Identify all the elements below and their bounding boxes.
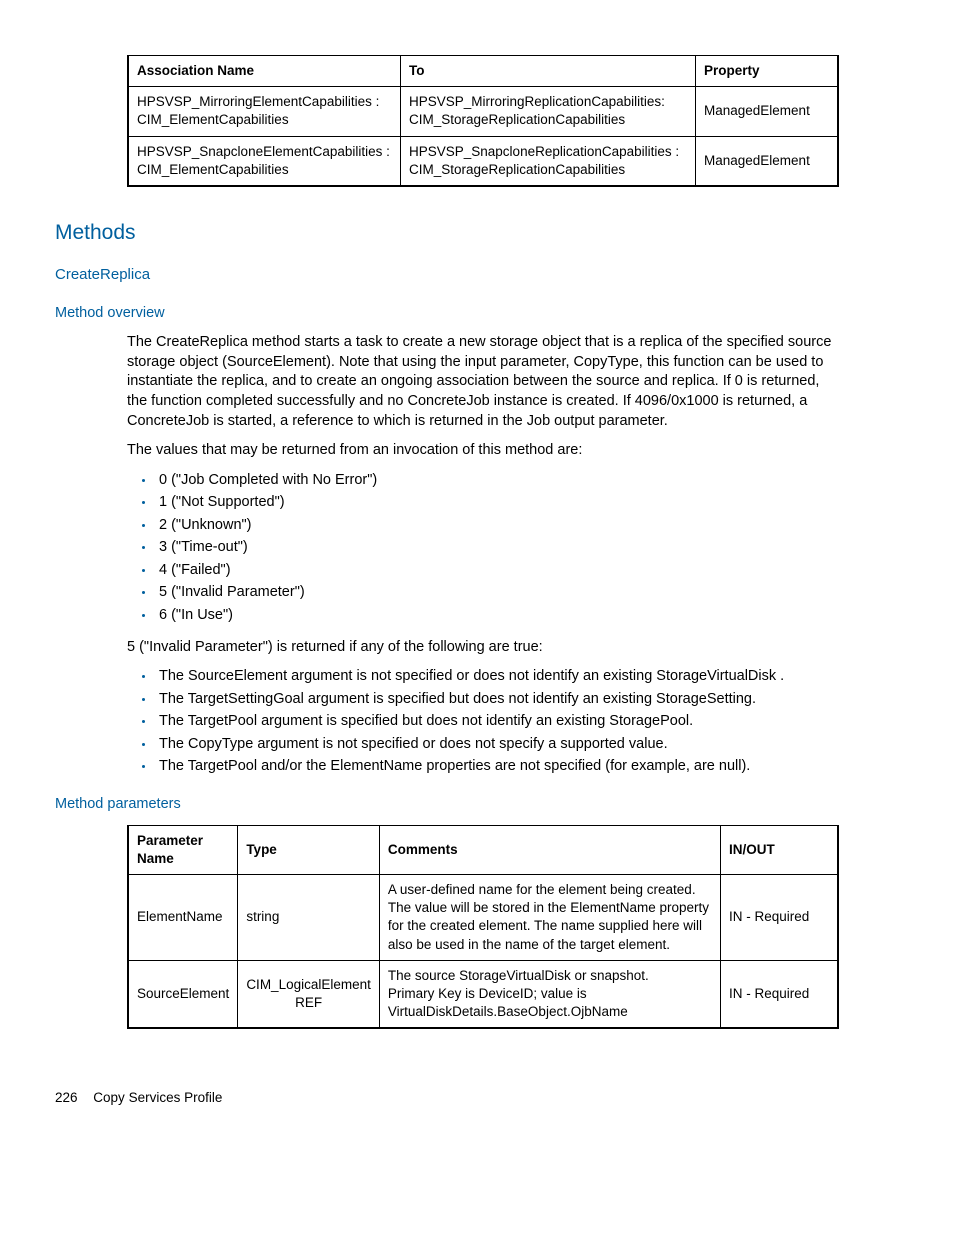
methods-heading: Methods: [55, 219, 839, 247]
list-item: The TargetPool and/or the ElementName pr…: [155, 757, 839, 777]
params-cell: CIM_LogicalElement REF: [238, 960, 380, 1028]
invalid-conditions-list: The SourceElement argument is not specif…: [127, 667, 839, 777]
assoc-cell: HPSVSP_SnapcloneElementCapabilities : CI…: [128, 136, 401, 186]
params-cell: string: [238, 874, 380, 960]
overview-paragraph: The CreateReplica method starts a task t…: [127, 333, 839, 431]
list-item: The CopyType argument is not specified o…: [155, 735, 839, 755]
params-cell: IN - Required: [721, 960, 839, 1028]
params-cell: SourceElement: [128, 960, 238, 1028]
list-item: 4 ("Failed"): [155, 561, 839, 581]
assoc-cell: HPSVSP_MirroringReplicationCapabilities:…: [401, 87, 696, 136]
assoc-header-name: Association Name: [128, 56, 401, 87]
assoc-cell: ManagedElement: [696, 136, 839, 186]
parameters-table: Parameter Name Type Comments IN/OUT Elem…: [127, 825, 839, 1030]
params-header-type: Type: [238, 825, 380, 874]
list-item: 0 ("Job Completed with No Error"): [155, 471, 839, 491]
overview-body: The CreateReplica method starts a task t…: [127, 333, 839, 777]
footer-title: Copy Services Profile: [93, 1090, 222, 1105]
assoc-header-property: Property: [696, 56, 839, 87]
params-header-comments: Comments: [379, 825, 720, 874]
list-item: The TargetSettingGoal argument is specif…: [155, 690, 839, 710]
params-cell: A user-defined name for the element bein…: [379, 874, 720, 960]
overview-paragraph: 5 ("Invalid Parameter") is returned if a…: [127, 638, 839, 658]
list-item: 6 ("In Use"): [155, 606, 839, 626]
list-item: 5 ("Invalid Parameter"): [155, 583, 839, 603]
table-row: SourceElement CIM_LogicalElement REF The…: [128, 960, 838, 1028]
list-item: 1 ("Not Supported"): [155, 493, 839, 513]
list-item: 2 ("Unknown"): [155, 516, 839, 536]
list-item: The TargetPool argument is specified but…: [155, 712, 839, 732]
page-number: 226: [55, 1090, 78, 1105]
overview-paragraph: The values that may be returned from an …: [127, 441, 839, 461]
assoc-cell: ManagedElement: [696, 87, 839, 136]
list-item: The SourceElement argument is not specif…: [155, 667, 839, 687]
table-row: HPSVSP_MirroringElementCapabilities : CI…: [128, 87, 838, 136]
assoc-cell: HPSVSP_SnapcloneReplicationCapabilities …: [401, 136, 696, 186]
list-item: 3 ("Time-out"): [155, 538, 839, 558]
association-table: Association Name To Property HPSVSP_Mirr…: [127, 55, 839, 187]
table-row: HPSVSP_SnapcloneElementCapabilities : CI…: [128, 136, 838, 186]
page-footer: 226 Copy Services Profile: [55, 1089, 839, 1107]
params-cell: IN - Required: [721, 874, 839, 960]
params-cell: ElementName: [128, 874, 238, 960]
method-overview-heading: Method overview: [55, 304, 839, 324]
return-values-list: 0 ("Job Completed with No Error") 1 ("No…: [127, 471, 839, 626]
method-parameters-heading: Method parameters: [55, 795, 839, 815]
assoc-header-to: To: [401, 56, 696, 87]
params-header-name: Parameter Name: [128, 825, 238, 874]
params-cell: The source StorageVirtualDisk or snapsho…: [379, 960, 720, 1028]
create-replica-heading: CreateReplica: [55, 265, 839, 285]
assoc-cell: HPSVSP_MirroringElementCapabilities : CI…: [128, 87, 401, 136]
table-row: ElementName string A user-defined name f…: [128, 874, 838, 960]
params-header-inout: IN/OUT: [721, 825, 839, 874]
